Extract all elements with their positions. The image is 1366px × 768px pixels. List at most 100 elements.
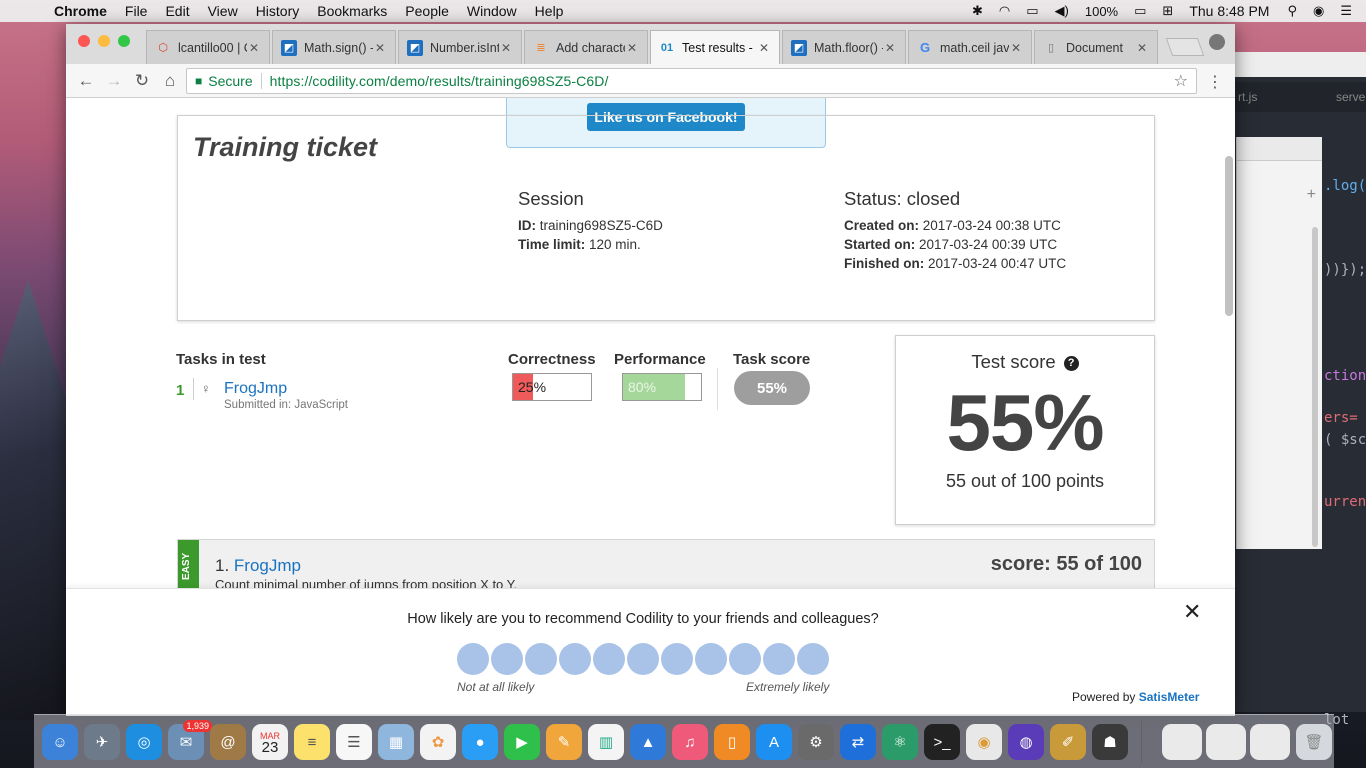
tab-codepen[interactable]: ⬡ lcantillo00 | C ✕ bbox=[146, 30, 270, 64]
rating-option[interactable] bbox=[695, 643, 727, 675]
menu-window[interactable]: Window bbox=[467, 3, 517, 19]
volume-icon[interactable]: ◀) bbox=[1055, 3, 1069, 19]
rating-option[interactable] bbox=[729, 643, 761, 675]
bluetooth-icon[interactable]: ✱ bbox=[972, 3, 983, 19]
tab-close-icon[interactable]: ✕ bbox=[625, 41, 639, 55]
app-store-icon[interactable]: A bbox=[756, 724, 792, 760]
tab-close-icon[interactable]: ✕ bbox=[1135, 41, 1149, 55]
scripteditor-icon[interactable]: ✐ bbox=[1050, 724, 1086, 760]
profile-icon[interactable] bbox=[1209, 34, 1225, 50]
tab-close-icon[interactable]: ✕ bbox=[1009, 41, 1023, 55]
reload-icon[interactable]: ↻ bbox=[128, 71, 156, 91]
new-tab-button[interactable] bbox=[1165, 38, 1205, 56]
chrome-menu-icon[interactable]: ⋮ bbox=[1207, 72, 1223, 92]
rating-option[interactable] bbox=[457, 643, 489, 675]
rating-option[interactable] bbox=[593, 643, 625, 675]
url-text[interactable]: https://codility.com/demo/results/traini… bbox=[270, 73, 609, 89]
siri-dock-icon[interactable]: ◍ bbox=[1008, 724, 1044, 760]
menu-app-name[interactable]: Chrome bbox=[54, 3, 107, 19]
minimize-window-button[interactable] bbox=[98, 35, 110, 47]
rating-option[interactable] bbox=[525, 643, 557, 675]
battery-percent[interactable]: 100% bbox=[1085, 4, 1118, 19]
photos-icon[interactable]: ✿ bbox=[420, 724, 456, 760]
page-scrollbar[interactable] bbox=[1225, 156, 1233, 316]
finder-icon[interactable]: ☺ bbox=[42, 724, 78, 760]
rating-option[interactable] bbox=[797, 643, 829, 675]
forward-arrow-icon[interactable]: → bbox=[100, 71, 128, 91]
tab-math-sign[interactable]: ◩ Math.sign() - J ✕ bbox=[272, 30, 396, 64]
rating-option[interactable] bbox=[661, 643, 693, 675]
tab-close-icon[interactable]: ✕ bbox=[247, 41, 261, 55]
menu-history[interactable]: History bbox=[256, 3, 300, 19]
menu-people[interactable]: People bbox=[405, 3, 449, 19]
rating-option[interactable] bbox=[763, 643, 795, 675]
itunes-icon[interactable]: ♫ bbox=[672, 724, 708, 760]
bookmark-star-icon[interactable]: ☆ bbox=[1174, 71, 1188, 91]
pages-icon[interactable]: ✎ bbox=[546, 724, 582, 760]
menu-edit[interactable]: Edit bbox=[165, 3, 189, 19]
recent-window-thumbnail[interactable] bbox=[1206, 724, 1246, 760]
help-icon[interactable]: ? bbox=[1063, 355, 1079, 371]
rating-option[interactable] bbox=[627, 643, 659, 675]
reminders-icon[interactable]: ☰ bbox=[336, 724, 372, 760]
menu-clock[interactable]: Thu 8:48 PM bbox=[1189, 3, 1269, 19]
close-icon[interactable]: ✕ bbox=[1183, 599, 1201, 625]
tab-close-icon[interactable]: ✕ bbox=[883, 41, 897, 55]
sequel-pro-icon[interactable]: ☗ bbox=[1092, 724, 1128, 760]
launchpad-icon[interactable]: ✈ bbox=[84, 724, 120, 760]
tab-close-icon[interactable]: ✕ bbox=[757, 41, 771, 55]
preview-icon[interactable]: ▦ bbox=[378, 724, 414, 760]
back-arrow-icon[interactable]: ← bbox=[72, 71, 100, 91]
tab-math-ceil[interactable]: G math.ceil javas ✕ bbox=[908, 30, 1032, 64]
tab-math-floor[interactable]: ◩ Math.floor() - J ✕ bbox=[782, 30, 906, 64]
contacts-icon[interactable]: @ bbox=[210, 724, 246, 760]
tab-add-characters[interactable]: ≣ Add characters ✕ bbox=[524, 30, 648, 64]
recent-window-thumbnail[interactable] bbox=[1250, 724, 1290, 760]
add-icon[interactable]: + bbox=[1307, 186, 1316, 204]
facetime-icon[interactable]: ▶ bbox=[504, 724, 540, 760]
menu-view[interactable]: View bbox=[208, 3, 238, 19]
input-menu-icon[interactable]: ⊞ bbox=[1162, 3, 1173, 19]
system-preferences-icon[interactable]: ⚙ bbox=[798, 724, 834, 760]
trash-icon[interactable]: 🗑 bbox=[1296, 724, 1332, 760]
address-bar[interactable]: ■ Secure https://codility.com/demo/resul… bbox=[186, 68, 1197, 94]
home-icon[interactable]: ⌂ bbox=[156, 71, 184, 91]
task-detail-link[interactable]: FrogJmp bbox=[234, 556, 301, 575]
close-window-button[interactable] bbox=[78, 35, 90, 47]
chrome-icon[interactable]: ◉ bbox=[966, 724, 1002, 760]
atom-icon[interactable]: ⚛ bbox=[882, 724, 918, 760]
battery-icon[interactable]: ▭ bbox=[1134, 3, 1146, 19]
terminal-icon[interactable]: >_ bbox=[924, 724, 960, 760]
safari-icon[interactable]: ◎ bbox=[126, 724, 162, 760]
siri-icon[interactable]: ◉ bbox=[1313, 3, 1324, 19]
side-panel-scrollbar[interactable] bbox=[1312, 227, 1318, 547]
calendar-icon[interactable]: MAR 23 bbox=[252, 724, 288, 760]
ibooks-icon[interactable]: ▯ bbox=[714, 724, 750, 760]
menu-file[interactable]: File bbox=[125, 3, 148, 19]
teamviewer-icon[interactable]: ⇄ bbox=[840, 724, 876, 760]
numbers-icon[interactable]: ▥ bbox=[588, 724, 624, 760]
tab-close-icon[interactable]: ✕ bbox=[499, 41, 513, 55]
rating-option[interactable] bbox=[559, 643, 591, 675]
menu-bookmarks[interactable]: Bookmarks bbox=[317, 3, 387, 19]
editor-tab-file[interactable]: rt.js bbox=[1238, 90, 1257, 104]
wifi-icon[interactable]: ◠ bbox=[999, 3, 1010, 19]
task-link-frogjmp[interactable]: FrogJmp bbox=[224, 380, 287, 398]
tab-document[interactable]: ▯ Document ✕ bbox=[1034, 30, 1158, 64]
notes-icon[interactable]: ≡ bbox=[294, 724, 330, 760]
menu-help[interactable]: Help bbox=[535, 3, 564, 19]
satismeter-link[interactable]: SatisMeter bbox=[1139, 690, 1200, 704]
tab-number-isinteger[interactable]: ◩ Number.isInteg ✕ bbox=[398, 30, 522, 64]
tab-test-results[interactable]: 01 Test results - C ✕ bbox=[650, 30, 780, 64]
recent-window-thumbnail[interactable] bbox=[1162, 724, 1202, 760]
zoom-window-button[interactable] bbox=[118, 35, 130, 47]
notification-center-icon[interactable]: ☰ bbox=[1340, 3, 1352, 19]
rating-option[interactable] bbox=[491, 643, 523, 675]
airplay-icon[interactable]: ▭ bbox=[1026, 3, 1038, 19]
mail-icon[interactable]: ✉ 1,939 bbox=[168, 720, 212, 760]
keynote-icon[interactable]: ▲ bbox=[630, 724, 666, 760]
messages-icon[interactable]: ● bbox=[462, 724, 498, 760]
tab-close-icon[interactable]: ✕ bbox=[373, 41, 387, 55]
spotlight-search-icon[interactable]: ⚲ bbox=[1287, 3, 1297, 19]
editor-tab-server[interactable]: serve bbox=[1336, 90, 1365, 104]
